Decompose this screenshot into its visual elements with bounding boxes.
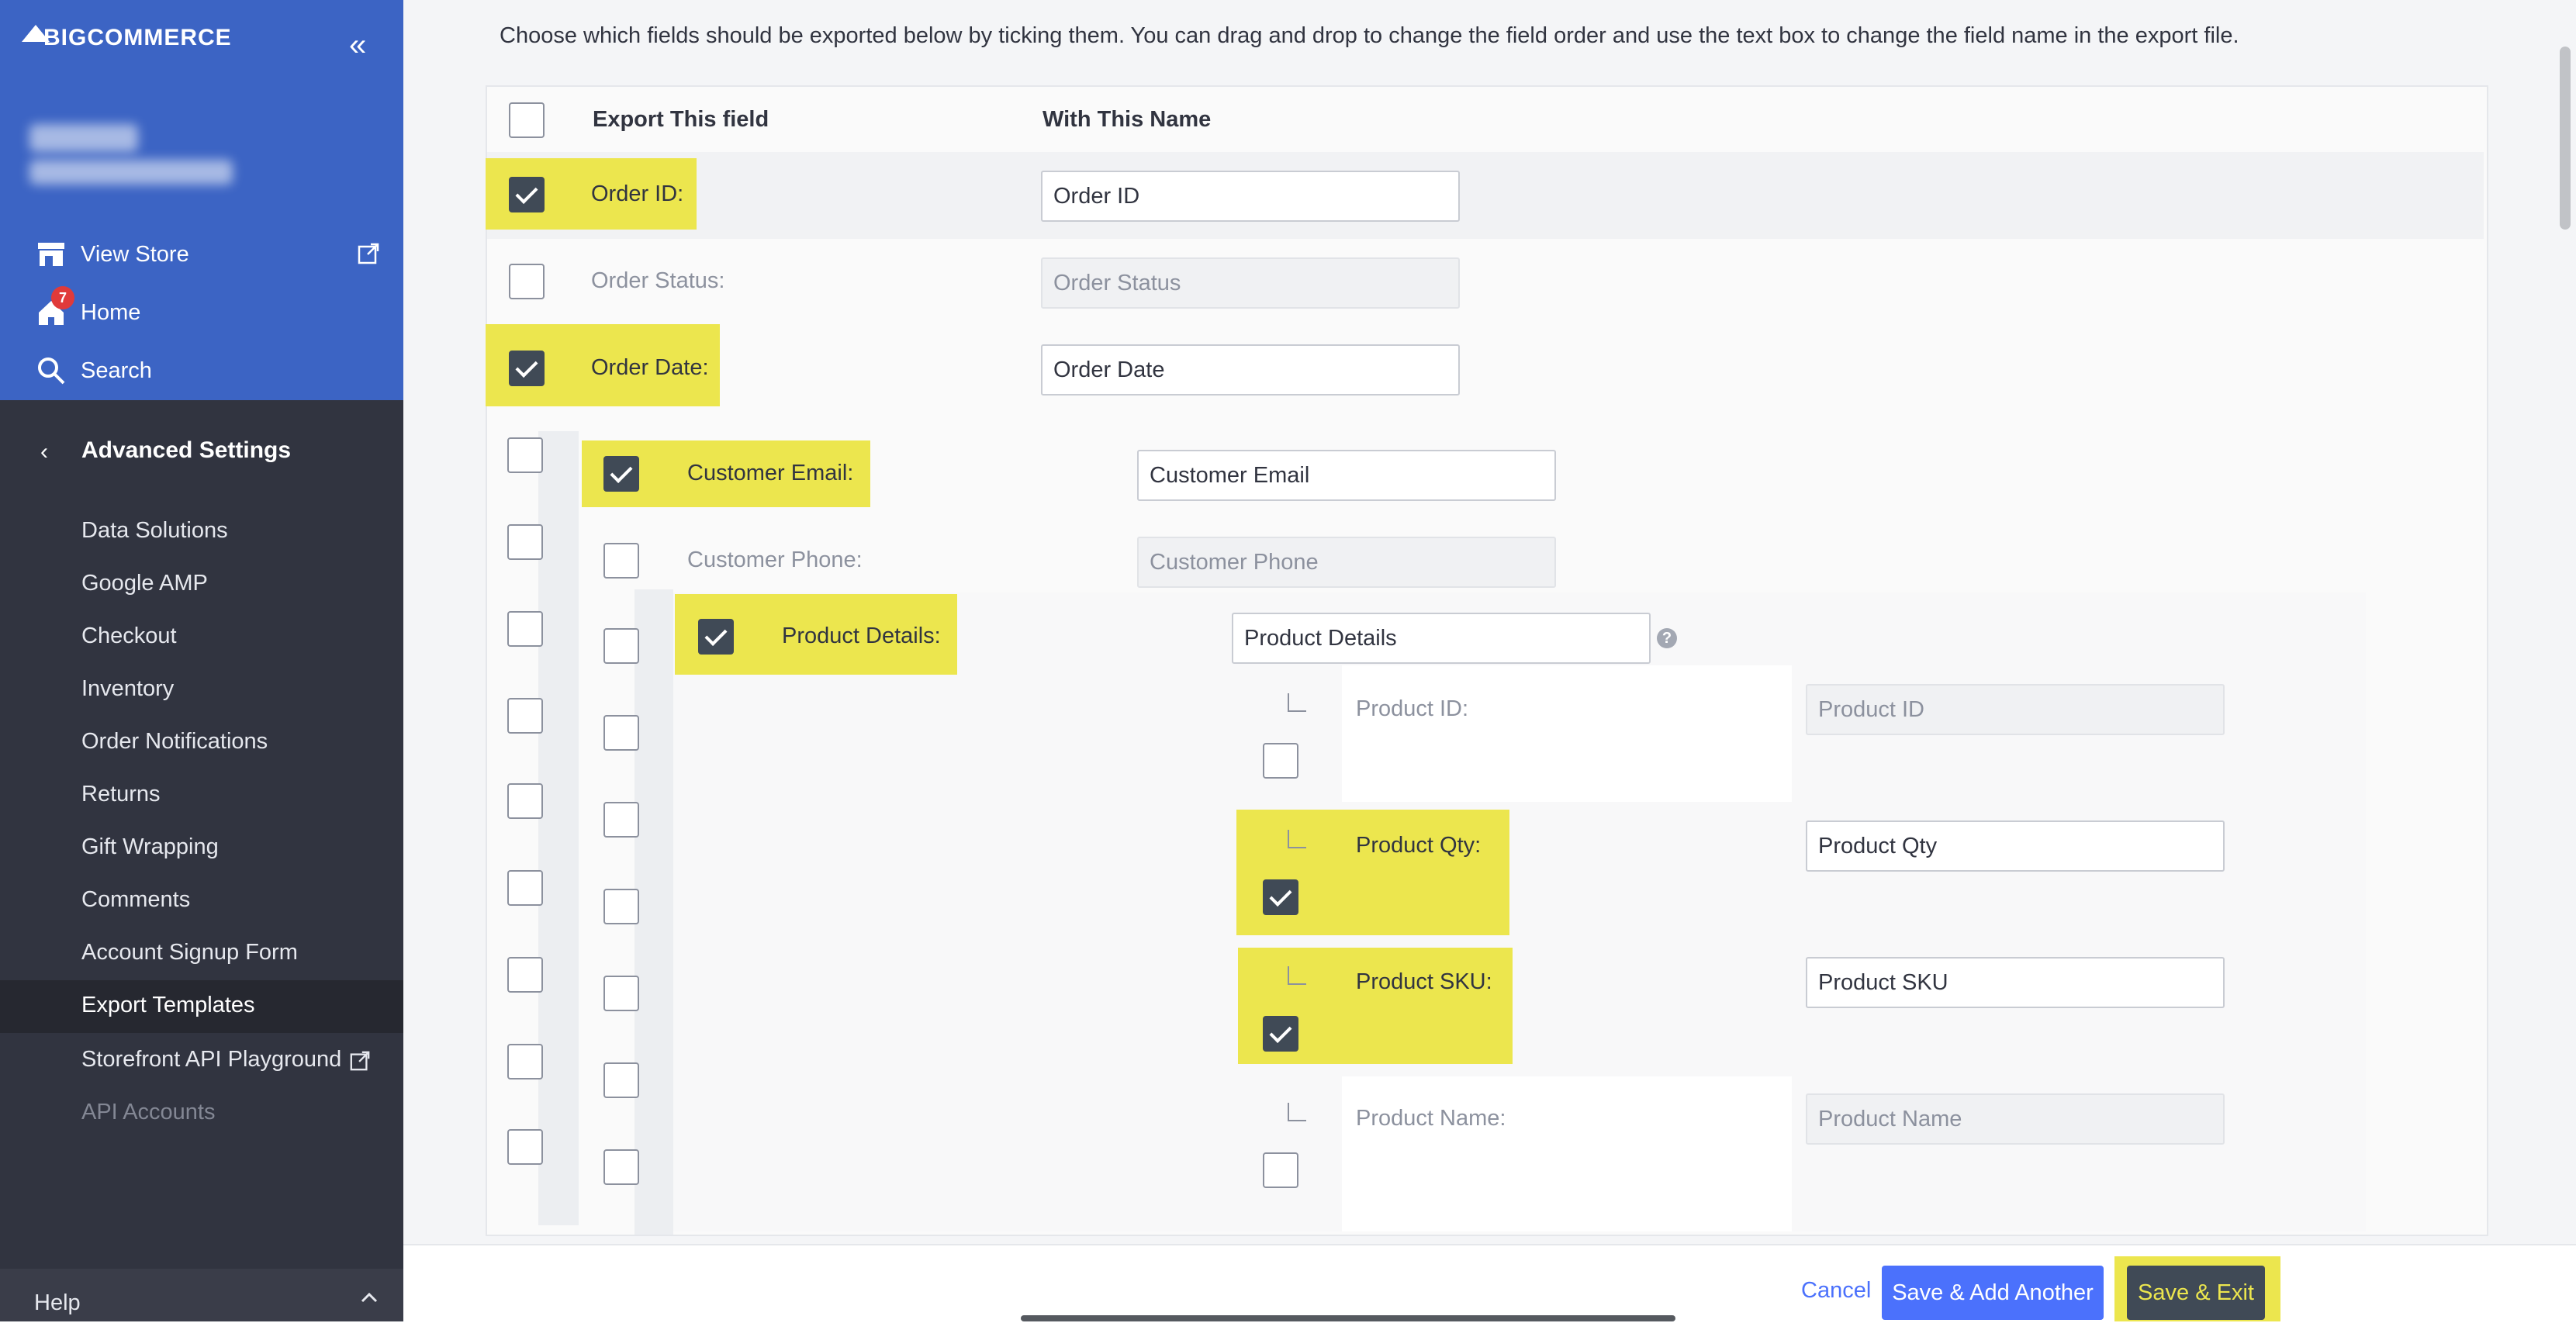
label-customer-phone: Customer Phone: xyxy=(687,548,863,572)
header-with-this-name: With This Name xyxy=(1043,107,1212,132)
input-order-id[interactable]: Order ID xyxy=(1041,171,1460,222)
checkbox-product-sku[interactable] xyxy=(1263,1016,1298,1052)
row-checkbox[interactable] xyxy=(507,1129,543,1165)
nav-view-store-label: View Store xyxy=(81,241,189,267)
input-product-id: Product ID xyxy=(1806,684,2225,735)
sidebar-item-inventory[interactable]: Inventory xyxy=(81,676,174,702)
home-icon: 7 xyxy=(36,286,74,328)
nav-search-label: Search xyxy=(81,358,152,383)
sidebar-item-storefront-api-playground[interactable]: Storefront API Playground xyxy=(81,1047,341,1073)
row-checkbox[interactable] xyxy=(603,715,639,751)
checkbox-customer-phone[interactable] xyxy=(603,543,639,579)
search-icon xyxy=(36,355,67,386)
checkbox-product-name[interactable] xyxy=(1263,1152,1298,1188)
double-chevron-left-icon[interactable]: « xyxy=(349,29,366,60)
checkbox-order-date[interactable] xyxy=(509,351,545,386)
section-advanced-settings[interactable]: Advanced Settings xyxy=(81,437,291,464)
row-checkbox[interactable] xyxy=(603,1149,639,1185)
input-customer-email[interactable]: Customer Email xyxy=(1137,450,1556,501)
label-product-sku: Product SKU: xyxy=(1356,969,1492,994)
storefront-icon xyxy=(36,239,67,270)
nav-view-store[interactable]: View Store xyxy=(36,239,189,270)
input-product-details[interactable]: Product Details xyxy=(1232,613,1651,664)
label-order-id: Order ID: xyxy=(591,181,684,206)
input-product-name: Product Name xyxy=(1806,1093,2225,1145)
input-customer-phone: Customer Phone xyxy=(1137,537,1556,588)
checkbox-customer-email[interactable] xyxy=(603,456,639,492)
sidebar-item-export-templates[interactable]: Export Templates xyxy=(81,993,255,1018)
drag-layer-1 xyxy=(538,431,579,1225)
row-checkbox[interactable] xyxy=(507,870,543,906)
chevron-up-icon[interactable] xyxy=(358,1287,380,1313)
highlight-product-qty xyxy=(1236,810,1509,935)
checkbox-order-id[interactable] xyxy=(509,177,545,212)
checkbox-order-status[interactable] xyxy=(509,264,545,299)
sidebar-item-data-solutions[interactable]: Data Solutions xyxy=(81,518,228,544)
row-checkbox[interactable] xyxy=(507,524,543,560)
drag-layer-2 xyxy=(634,589,673,1235)
nav-home-label: Home xyxy=(81,299,141,325)
row-checkbox[interactable] xyxy=(603,889,639,924)
save-add-another-button[interactable]: Save & Add Another xyxy=(1882,1266,2104,1320)
indent-icon xyxy=(1288,1103,1306,1121)
scrollbar[interactable] xyxy=(2560,47,2571,230)
label-order-date: Order Date: xyxy=(591,355,709,380)
subrow-bg xyxy=(1342,665,1792,802)
intro-text: Choose which fields should be exported b… xyxy=(500,23,2239,48)
checkbox-product-qty[interactable] xyxy=(1263,879,1298,915)
nav-search[interactable]: Search xyxy=(36,355,152,386)
checkbox-product-id[interactable] xyxy=(1263,743,1298,779)
row-checkbox[interactable] xyxy=(507,783,543,819)
row-checkbox[interactable] xyxy=(507,957,543,993)
label-product-id: Product ID: xyxy=(1356,696,1469,721)
indent-icon xyxy=(1288,830,1306,848)
help-label[interactable]: Help xyxy=(34,1290,81,1316)
store-url-blurred xyxy=(29,160,233,185)
bigcommerce-logo[interactable]: BIGCOMMERCE xyxy=(22,25,232,51)
indent-icon xyxy=(1288,693,1306,712)
sidebar-item-order-notifications[interactable]: Order Notifications xyxy=(81,729,268,755)
horizontal-scrollbar[interactable] xyxy=(1021,1315,1675,1321)
sidebar-item-gift-wrapping[interactable]: Gift Wrapping xyxy=(81,834,219,860)
row-checkbox[interactable] xyxy=(603,628,639,664)
sidebar-item-comments[interactable]: Comments xyxy=(81,887,190,913)
sidebar-item-api-accounts: API Accounts xyxy=(81,1100,216,1124)
select-all-checkbox[interactable] xyxy=(509,102,545,138)
chevron-left-icon[interactable]: ‹ xyxy=(40,439,48,465)
row-checkbox[interactable] xyxy=(507,1044,543,1079)
cancel-button[interactable]: Cancel xyxy=(1801,1278,1871,1304)
row-checkbox[interactable] xyxy=(603,802,639,838)
input-product-qty[interactable]: Product Qty xyxy=(1806,820,2225,872)
label-product-name: Product Name: xyxy=(1356,1106,1506,1131)
input-order-status: Order Status xyxy=(1041,257,1460,309)
notification-badge: 7 xyxy=(51,286,74,309)
checkbox-product-details[interactable] xyxy=(698,619,734,655)
label-customer-email: Customer Email: xyxy=(687,461,854,485)
header-export-field: Export This field xyxy=(593,107,769,132)
label-order-status: Order Status: xyxy=(591,268,725,293)
save-exit-button[interactable]: Save & Exit xyxy=(2127,1266,2265,1320)
sidebar-item-google-amp[interactable]: Google AMP xyxy=(81,571,208,596)
input-order-date[interactable]: Order Date xyxy=(1041,344,1460,396)
label-product-details: Product Details: xyxy=(782,624,941,648)
sidebar-item-account-signup-form[interactable]: Account Signup Form xyxy=(81,940,298,965)
external-link-icon[interactable] xyxy=(349,1050,371,1076)
row-checkbox[interactable] xyxy=(507,611,543,647)
row-checkbox[interactable] xyxy=(603,976,639,1011)
question-icon[interactable]: ? xyxy=(1657,628,1677,648)
sidebar-header xyxy=(0,0,403,400)
row-checkbox[interactable] xyxy=(507,698,543,734)
input-product-sku[interactable]: Product SKU xyxy=(1806,957,2225,1008)
row-checkbox[interactable] xyxy=(603,1062,639,1098)
external-link-icon[interactable] xyxy=(357,242,380,269)
sidebar-item-checkout[interactable]: Checkout xyxy=(81,624,177,649)
row-order-id-bg xyxy=(487,152,2484,239)
indent-icon xyxy=(1288,966,1306,985)
sidebar-item-returns[interactable]: Returns xyxy=(81,782,161,807)
row-checkbox[interactable] xyxy=(507,437,543,473)
label-product-qty: Product Qty: xyxy=(1356,833,1482,858)
store-name-blurred xyxy=(29,124,138,152)
nav-home[interactable]: 7 Home xyxy=(36,286,141,328)
subrow-bg xyxy=(1342,1076,1792,1231)
